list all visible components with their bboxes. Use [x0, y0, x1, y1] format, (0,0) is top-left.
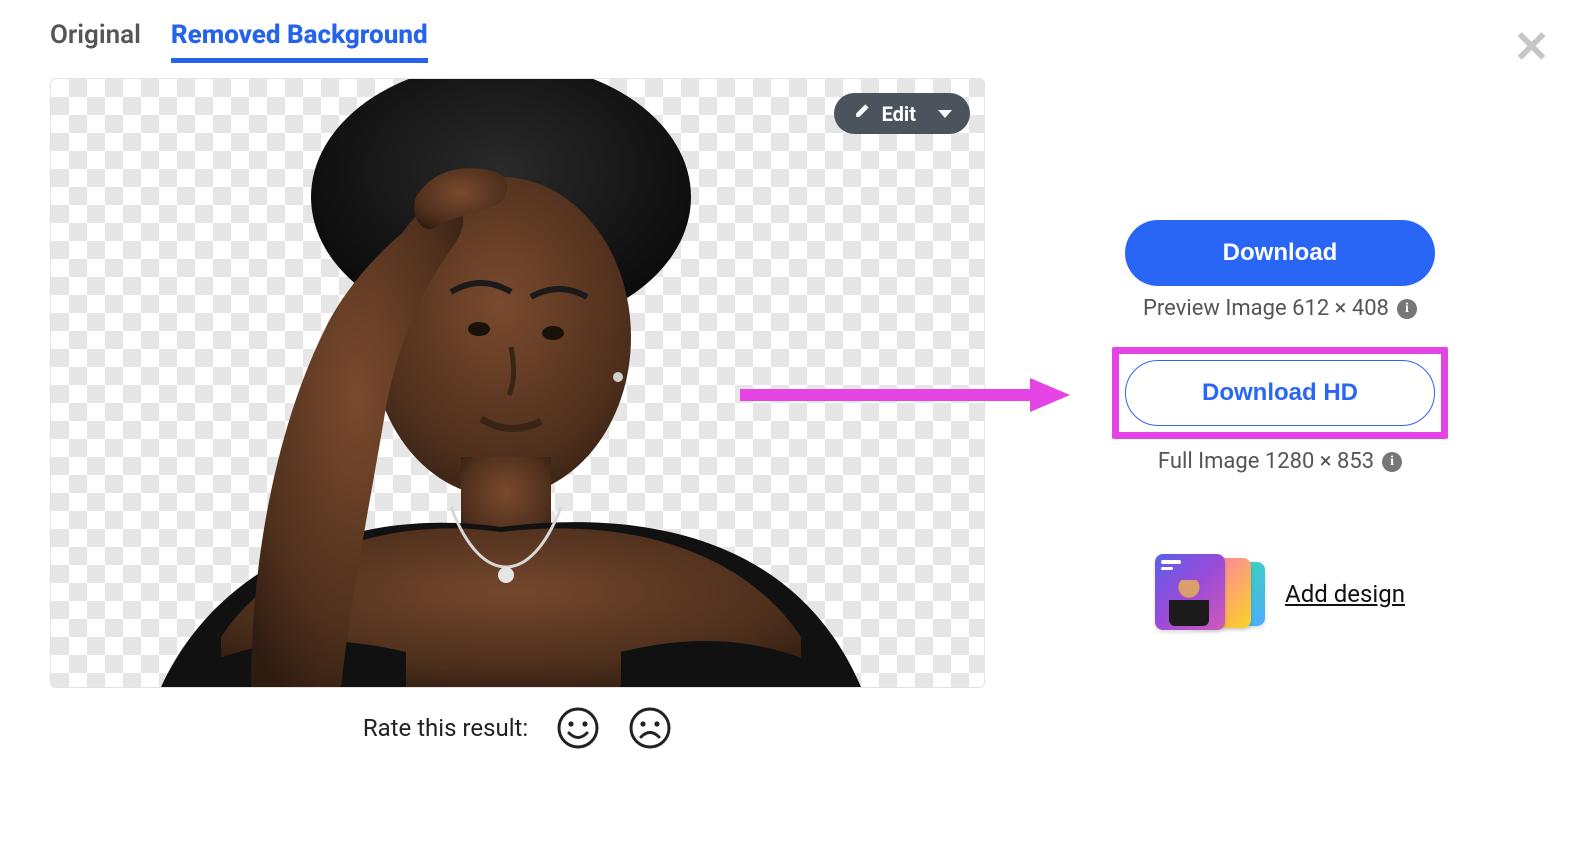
chevron-down-icon — [938, 110, 952, 118]
annotation-highlight-box: Download HD — [1112, 347, 1448, 439]
result-tabs: Original Removed Background — [50, 20, 1010, 63]
thumbs-up-smile-button[interactable] — [556, 706, 600, 750]
add-design-label: Add design — [1285, 580, 1405, 608]
info-icon[interactable]: i — [1382, 452, 1402, 472]
download-preview-text: Preview Image 612 × 408 — [1143, 296, 1389, 321]
tab-removed-background[interactable]: Removed Background — [171, 20, 428, 63]
rate-result-row: Rate this result: — [50, 706, 985, 750]
brush-icon — [852, 101, 872, 126]
download-full-text: Full Image 1280 × 853 — [1158, 449, 1374, 474]
result-image-stage: Edit — [50, 78, 985, 688]
cutout-person-image — [101, 78, 871, 687]
rate-label: Rate this result: — [363, 714, 528, 742]
download-full-caption: Full Image 1280 × 853 i — [1158, 449, 1402, 474]
design-templates-icon — [1155, 554, 1265, 634]
add-design-button[interactable]: Add design — [1155, 554, 1405, 634]
tab-original[interactable]: Original — [50, 20, 141, 63]
info-icon[interactable]: i — [1397, 299, 1417, 319]
thumbs-down-frown-button[interactable] — [628, 706, 672, 750]
close-button[interactable]: ✕ — [1513, 25, 1550, 69]
download-hd-button[interactable]: Download HD — [1125, 360, 1435, 426]
edit-button-label: Edit — [882, 102, 916, 126]
download-button[interactable]: Download — [1125, 220, 1435, 286]
download-preview-caption: Preview Image 612 × 408 i — [1143, 296, 1417, 321]
edit-button[interactable]: Edit — [834, 93, 970, 134]
